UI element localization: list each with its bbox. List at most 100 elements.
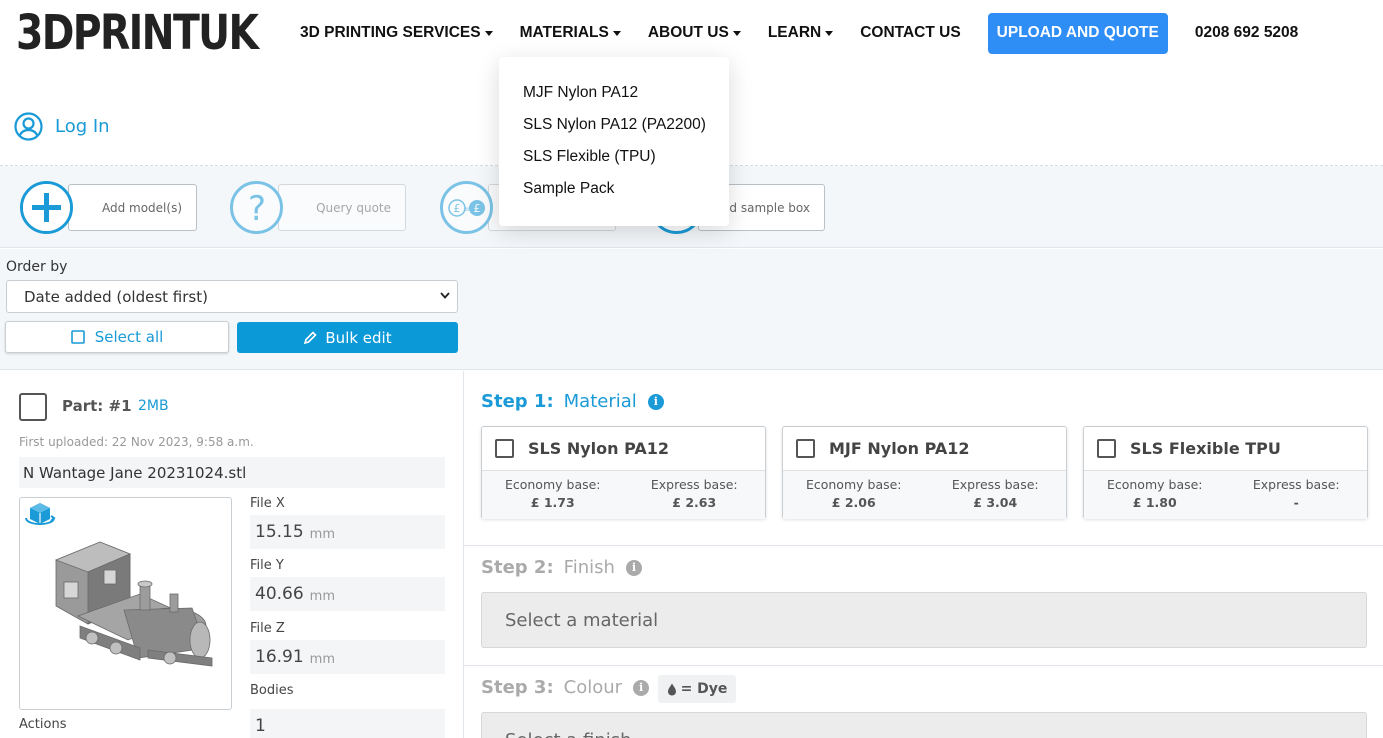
order-by-select[interactable]: Date added (oldest first)	[6, 280, 458, 313]
file-y-value: 40.66	[255, 584, 304, 604]
materials-dropdown: MJF Nylon PA12 SLS Nylon PA12 (PA2200) S…	[499, 57, 729, 226]
add-models-label: Add model(s)	[68, 184, 197, 231]
material-name: SLS Flexible TPU	[1130, 439, 1281, 458]
express-label: Express base:	[1252, 477, 1340, 492]
dropdown-item-tpu[interactable]: SLS Flexible (TPU)	[523, 146, 729, 178]
checkbox-icon	[70, 330, 85, 344]
express-value: £ 2.63	[672, 495, 717, 510]
phone-link[interactable]: 0208 692 5208	[1195, 24, 1298, 42]
economy-price: Economy base: £ 1.73	[482, 471, 624, 519]
order-by-label: Order by	[6, 259, 68, 275]
colour-select[interactable]: Select a finish	[481, 712, 1367, 738]
material-checkbox[interactable]	[495, 439, 514, 458]
info-icon[interactable]: i	[633, 679, 650, 696]
economy-price: Economy base: £ 2.06	[783, 471, 925, 519]
dye-legend-badge: = Dye	[658, 675, 736, 703]
material-name: SLS Nylon PA12	[528, 439, 669, 458]
first-uploaded: First uploaded: 22 Nov 2023, 9:58 a.m.	[19, 435, 254, 449]
part-title: Part: #1	[62, 397, 132, 415]
nav-about[interactable]: ABOUT US	[648, 24, 741, 42]
express-price: Express base: £ 3.04	[925, 471, 1067, 519]
economy-price: Economy base: £ 1.80	[1084, 471, 1226, 519]
file-z-field: 16.91 mm	[250, 640, 445, 674]
actions-label: Actions	[19, 717, 67, 732]
info-icon[interactable]: i	[647, 393, 664, 410]
step-1-title: Step 1: Material i	[481, 391, 664, 412]
material-checkbox[interactable]	[796, 439, 815, 458]
nav-services[interactable]: 3D PRINTING SERVICES	[300, 24, 493, 42]
step-2-name: Finish	[563, 557, 615, 578]
model-preview[interactable]	[19, 497, 232, 710]
material-card-sls-flexible[interactable]: SLS Flexible TPU Economy base: £ 1.80 Exp…	[1083, 426, 1368, 519]
file-x-value: 15.15	[255, 522, 304, 542]
file-x-label: File X	[250, 496, 285, 511]
step-2-title: Step 2: Finish i	[481, 557, 642, 578]
file-z-unit: mm	[309, 651, 335, 667]
material-card-header: SLS Nylon PA12	[482, 427, 765, 471]
material-name: MJF Nylon PA12	[829, 439, 970, 458]
part-file-size: 2MB	[138, 398, 169, 414]
part-filename: N Wantage Jane 20231024.stl	[19, 457, 445, 488]
dropdown-item-sls[interactable]: SLS Nylon PA12 (PA2200)	[523, 114, 729, 146]
nav-learn-label: LEARN	[767, 24, 822, 41]
caret-down-icon	[612, 30, 621, 36]
step-3-title: Step 3: Colour i	[481, 677, 650, 698]
part-select-checkbox[interactable]	[19, 393, 47, 421]
login-link[interactable]: Log In	[14, 112, 110, 141]
step-3-name: Colour	[563, 677, 623, 698]
select-all-label: Select all	[94, 328, 164, 346]
file-y-field: 40.66 mm	[250, 577, 445, 611]
caret-down-icon	[484, 30, 493, 36]
svg-text:£: £	[473, 202, 480, 215]
nav-materials[interactable]: MATERIALS	[520, 24, 621, 42]
step-2-number: Step 2:	[481, 557, 554, 578]
plus-icon	[20, 181, 73, 234]
bodies-field: 1	[250, 709, 445, 738]
user-circle-icon	[14, 112, 43, 141]
nav-contact[interactable]: CONTACT US	[860, 24, 960, 42]
site-logo[interactable]: 3DPRINTUK	[16, 6, 259, 60]
express-price: Express base: £ 2.63	[624, 471, 766, 519]
express-label: Express base:	[951, 477, 1039, 492]
economy-value: £ 1.80	[1132, 495, 1177, 510]
step-divider	[464, 665, 1383, 666]
dropdown-item-sample-pack[interactable]: Sample Pack	[523, 178, 729, 210]
file-z-label: File Z	[250, 621, 285, 636]
question-icon: ?	[230, 181, 283, 234]
file-x-unit: mm	[309, 526, 335, 542]
query-quote-label: Query quote	[278, 184, 406, 231]
economy-label: Economy base:	[1106, 477, 1203, 492]
file-y-unit: mm	[309, 588, 335, 604]
file-x-field: 15.15 mm	[250, 515, 445, 549]
model-render	[54, 541, 213, 667]
material-card-sls-nylon[interactable]: SLS Nylon PA12 Economy base: £ 1.73 Expre…	[481, 426, 766, 519]
nav-services-label: 3D PRINTING SERVICES	[300, 24, 481, 41]
nav-contact-label: CONTACT US	[860, 24, 961, 41]
dropdown-item-mjf[interactable]: MJF Nylon PA12	[523, 82, 729, 114]
droplet-icon	[667, 683, 676, 695]
material-card-header: MJF Nylon PA12	[783, 427, 1066, 471]
express-price: Express base: -	[1226, 471, 1368, 519]
nav-materials-label: MATERIALS	[519, 24, 609, 41]
economy-label: Economy base:	[805, 477, 902, 492]
part-panel: Part: #1 2MB First uploaded: 22 Nov 2023…	[0, 371, 464, 738]
express-value: £ 3.04	[973, 495, 1018, 510]
currency-icon: £ = £	[440, 181, 493, 234]
select-all-button[interactable]: Select all	[5, 321, 229, 353]
info-icon[interactable]: i	[625, 559, 642, 576]
bodies-value: 1	[255, 716, 266, 736]
chevron-down-icon	[440, 292, 450, 299]
nav-learn[interactable]: LEARN	[767, 24, 834, 42]
material-checkbox[interactable]	[1097, 439, 1116, 458]
caret-down-icon	[732, 30, 741, 36]
pencil-icon	[304, 330, 318, 344]
step-3-number: Step 3:	[481, 677, 554, 698]
order-by-value: Date added (oldest first)	[24, 287, 208, 306]
bulk-edit-button[interactable]: Bulk edit	[237, 322, 458, 353]
finish-select[interactable]: Select a material	[481, 592, 1367, 648]
upload-and-quote-button[interactable]: UPLOAD AND QUOTE	[987, 12, 1168, 54]
main-nav: 3D PRINTING SERVICES MATERIALS ABOUT US …	[300, 12, 1298, 54]
caret-down-icon	[825, 30, 834, 36]
nav-about-label: ABOUT US	[647, 24, 729, 41]
material-card-mjf-nylon[interactable]: MJF Nylon PA12 Economy base: £ 2.06 Expre…	[782, 426, 1067, 519]
